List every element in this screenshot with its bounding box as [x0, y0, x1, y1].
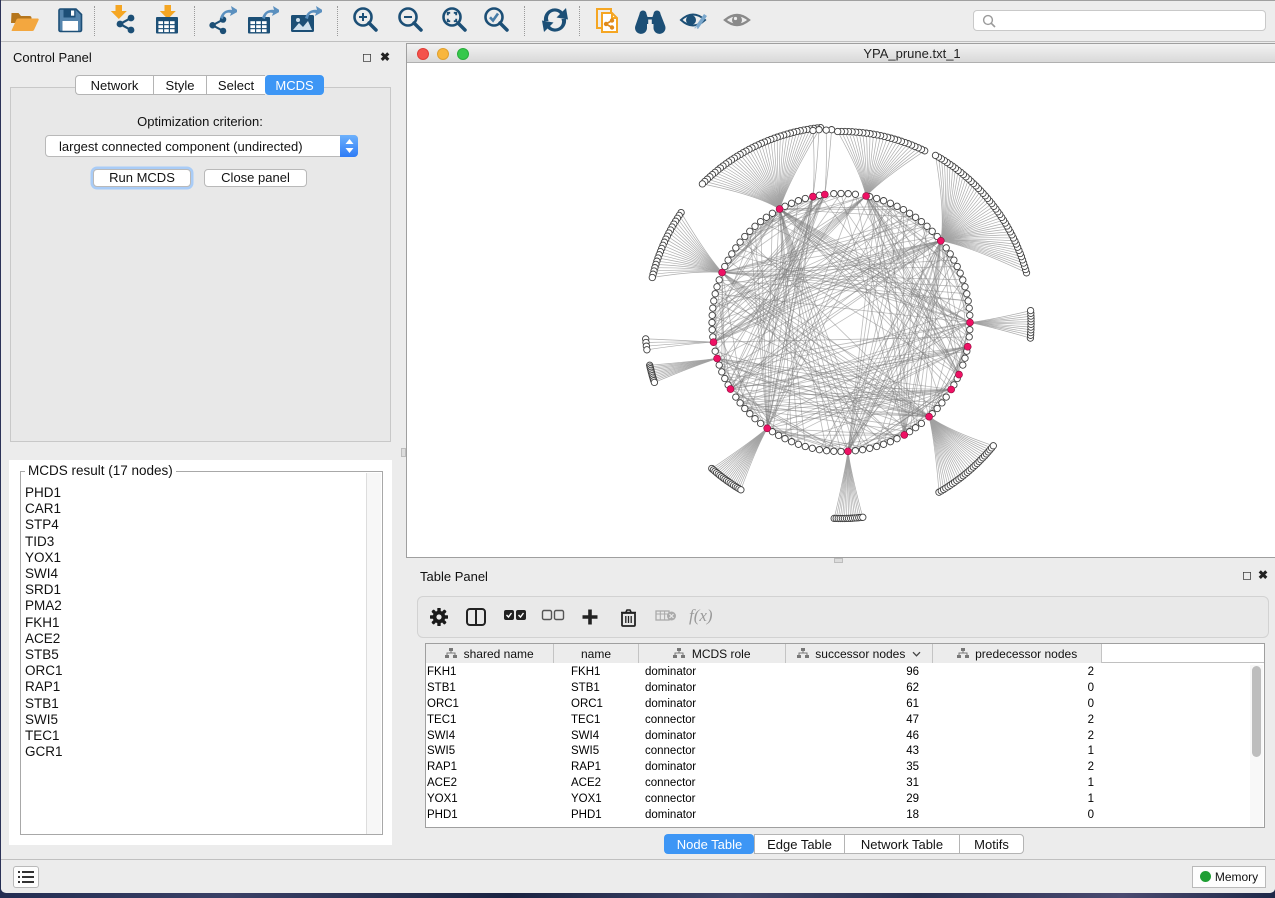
svg-text:f(x): f(x)	[689, 606, 713, 625]
